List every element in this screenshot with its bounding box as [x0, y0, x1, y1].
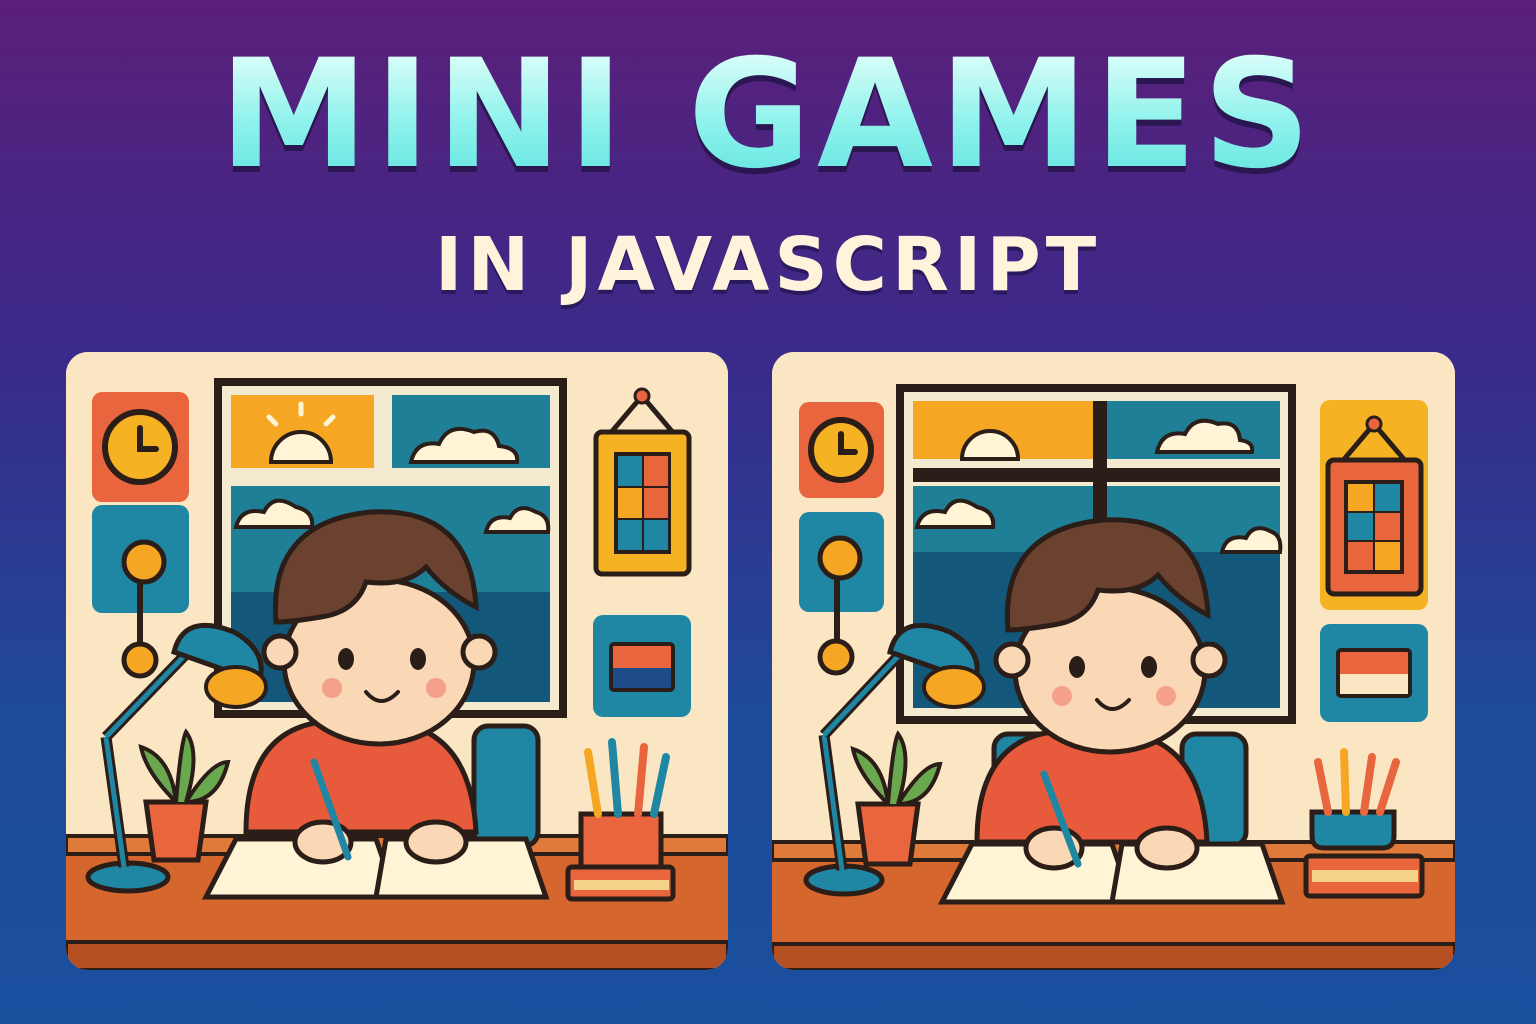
- scene-right-panel[interactable]: [772, 352, 1455, 970]
- pencil-cup: [1309, 809, 1397, 851]
- scene-left-panel[interactable]: [66, 352, 728, 970]
- scene-left-illustration[interactable]: [66, 352, 728, 970]
- game-subtitle: IN JAVASCRIPT: [434, 222, 1102, 308]
- scene-right-illustration[interactable]: [772, 352, 1455, 970]
- potted-plant: [855, 801, 921, 867]
- game-title: MINI GAMES: [0, 40, 1536, 190]
- potted-plant: [143, 799, 209, 863]
